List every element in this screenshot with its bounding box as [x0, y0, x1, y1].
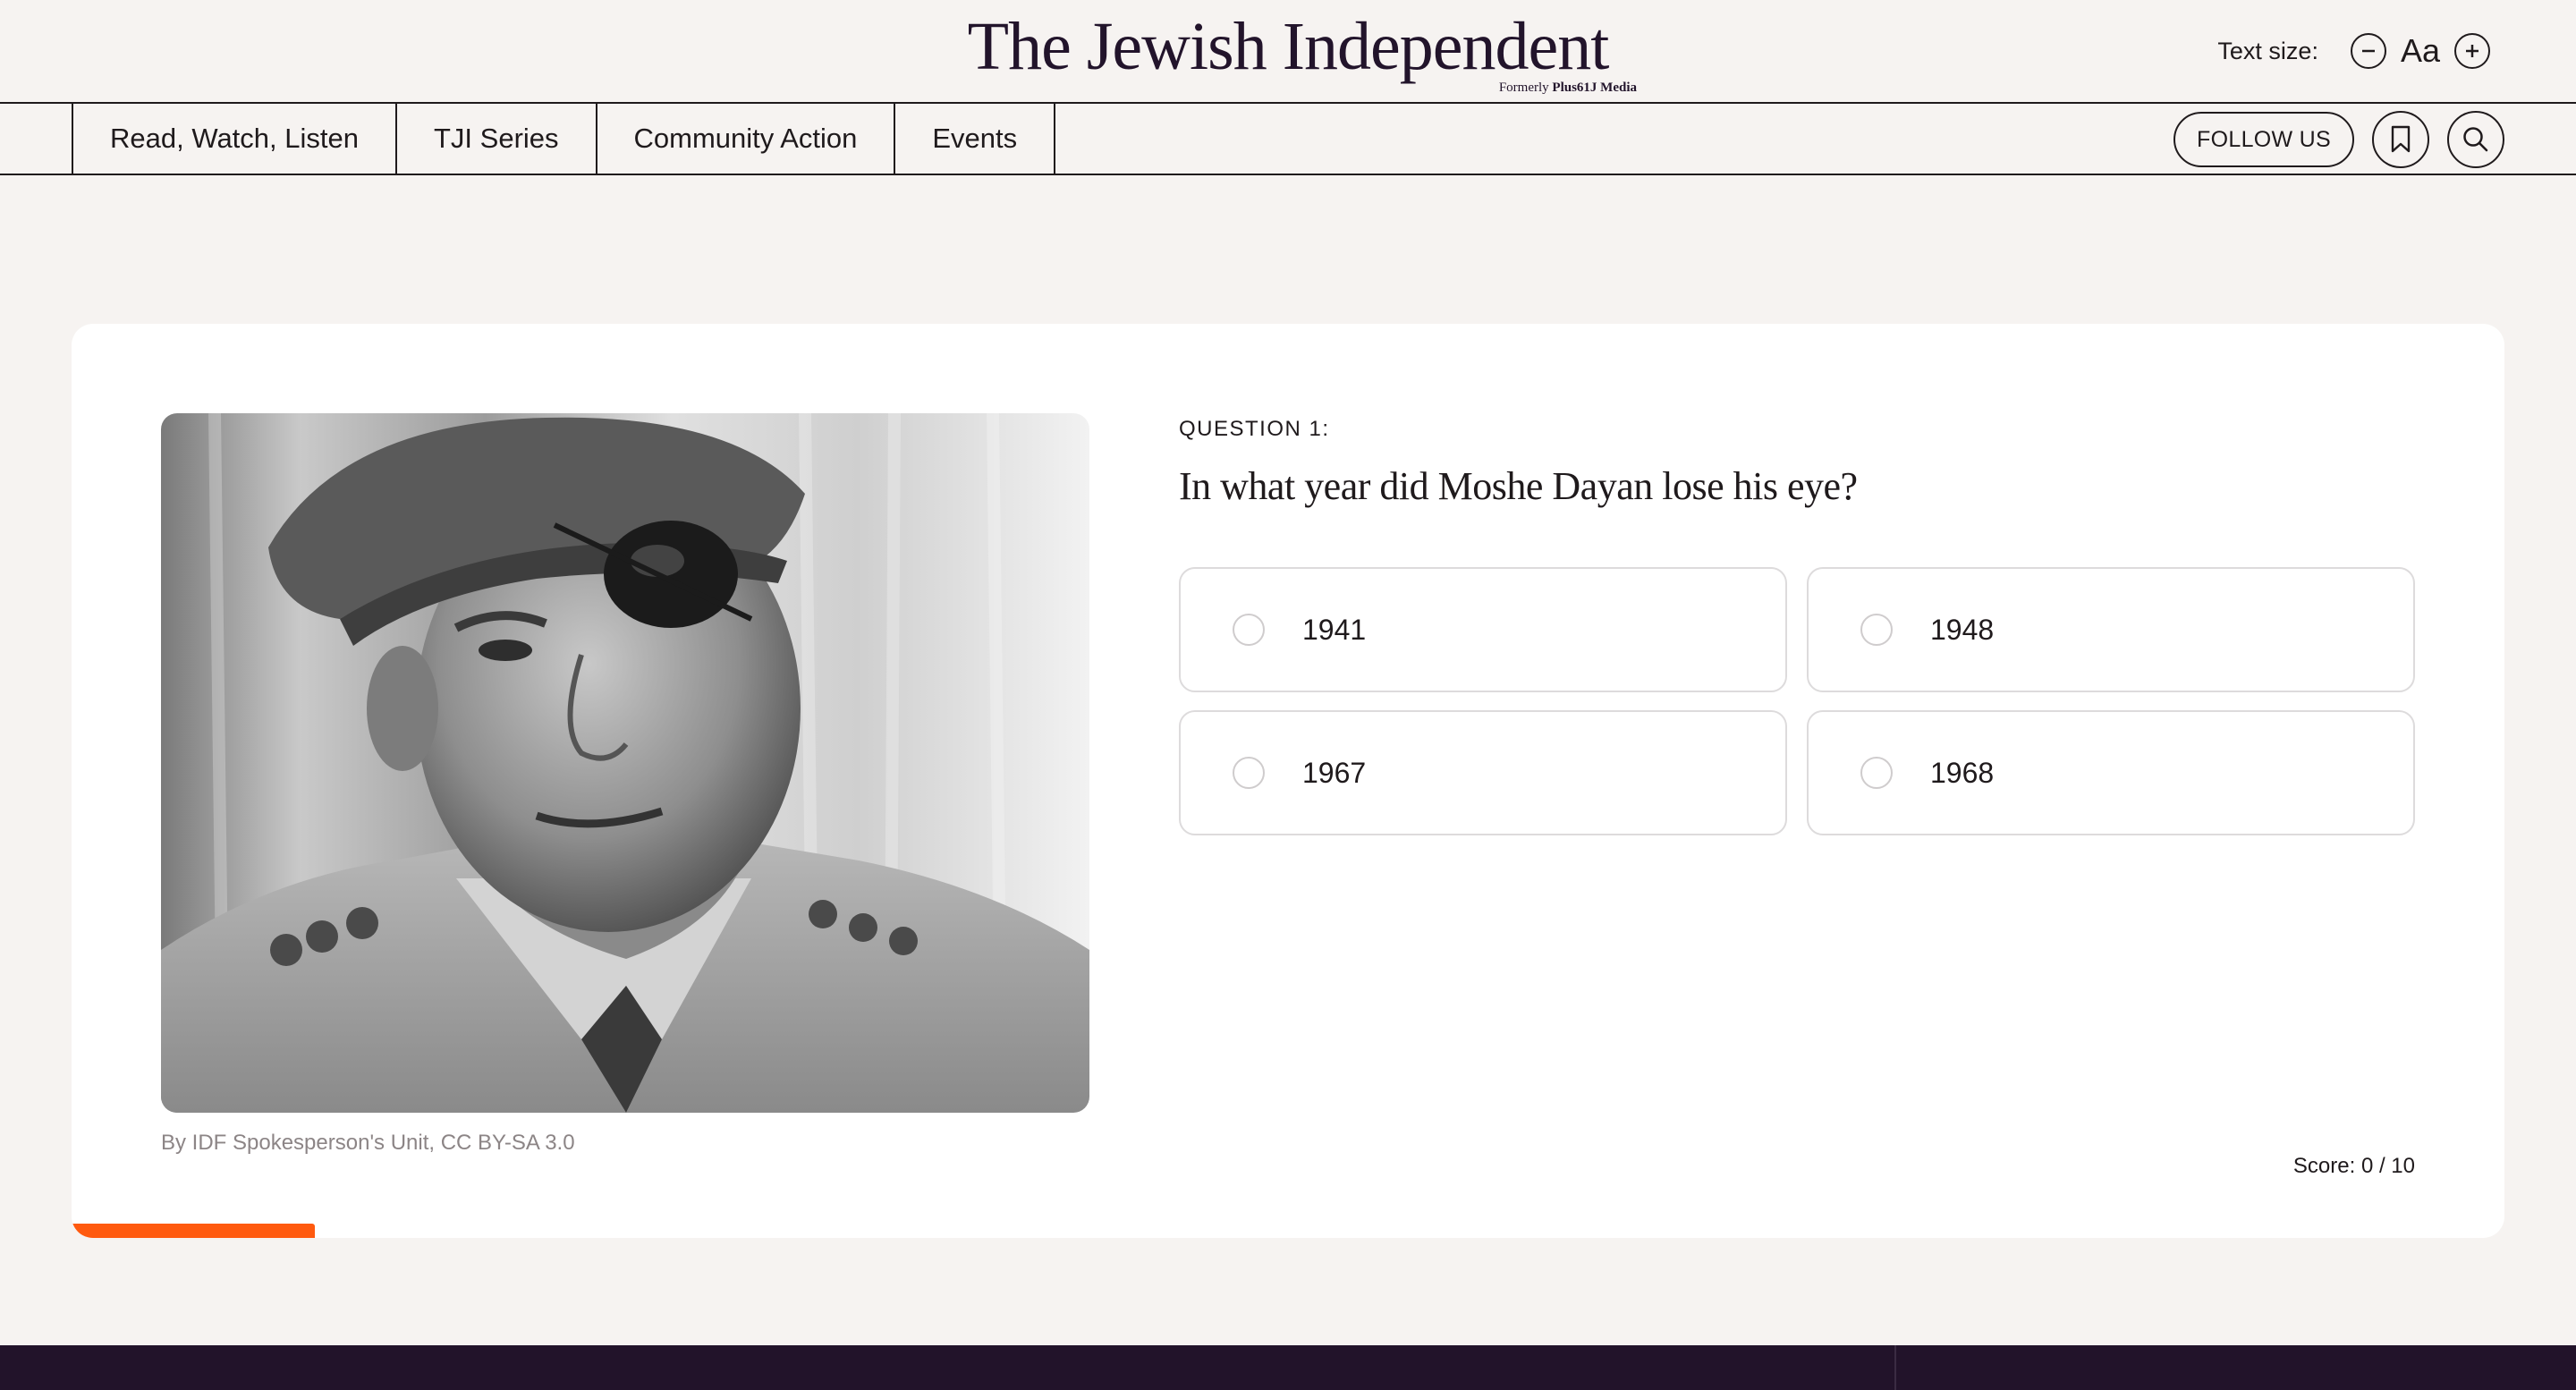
portrait-image — [161, 413, 1089, 1113]
plus-circle-icon[interactable] — [2454, 33, 2490, 69]
score-text: Score: 0 / 10 — [2292, 1154, 2415, 1178]
masthead: The Jewish Independent Formerly Plus61J … — [0, 0, 2576, 102]
question-text: In what year did Moshe Dayan lose his ey… — [1179, 464, 1858, 508]
bookmark-icon[interactable] — [2372, 111, 2429, 168]
formerly-name: Plus61J Media — [1552, 81, 1637, 95]
text-size-sample: Aa — [2400, 32, 2440, 69]
site-logo[interactable]: The Jewish Independent Formerly Plus61J … — [937, 5, 1639, 95]
answer-option[interactable]: 1967 — [1179, 710, 1787, 835]
answer-option[interactable]: 1941 — [1179, 567, 1787, 692]
radio-button[interactable] — [1233, 757, 1265, 789]
site-logo-title: The Jewish Independent — [967, 9, 1610, 84]
nav-item-community-action[interactable]: Community Action — [597, 104, 896, 174]
answer-option[interactable]: 1948 — [1807, 567, 2415, 692]
answer-option[interactable]: 1968 — [1807, 710, 2415, 835]
site-logo-formerly: Formerly Plus61J Media — [1499, 81, 1637, 96]
answer-label: 1948 — [1930, 613, 1995, 646]
radio-button[interactable] — [1860, 614, 1893, 646]
answer-options: 1941 1948 1967 1968 — [1179, 567, 2417, 835]
text-size-label: Text size: — [2217, 37, 2318, 64]
minus-circle-icon[interactable] — [2350, 33, 2386, 69]
nav-actions: FOLLOW US — [2174, 111, 2504, 168]
follow-us-button[interactable]: FOLLOW US — [2174, 112, 2354, 167]
answer-label: 1941 — [1302, 613, 1367, 646]
formerly-prefix: Formerly — [1498, 81, 1549, 95]
footer-divider — [1894, 1345, 1896, 1390]
main-nav: Read, Watch, Listen TJI Series Community… — [0, 102, 2576, 175]
answer-label: 1967 — [1302, 756, 1367, 789]
quiz-card: By IDF Spokesperson's Unit, CC BY-SA 3.0… — [72, 324, 2504, 1238]
image-credit: By IDF Spokesperson's Unit, CC BY-SA 3.0 — [161, 1131, 575, 1155]
quiz-progress-fill — [72, 1224, 315, 1238]
radio-button[interactable] — [1233, 614, 1265, 646]
answer-label: 1968 — [1930, 756, 1995, 789]
question-number: QUESTION 1: — [1179, 417, 1330, 441]
nav-item-events[interactable]: Events — [895, 104, 1056, 174]
search-icon[interactable] — [2447, 111, 2504, 168]
text-size-control: Text size: Aa — [2217, 29, 2490, 73]
radio-button[interactable] — [1860, 757, 1893, 789]
footer — [0, 1345, 2576, 1390]
nav-item-read-watch-listen[interactable]: Read, Watch, Listen — [73, 104, 397, 174]
quiz-progress-bar — [72, 1224, 2504, 1238]
quiz-photo — [161, 413, 1089, 1113]
nav-items: Read, Watch, Listen TJI Series Community… — [72, 104, 1056, 174]
nav-item-tji-series[interactable]: TJI Series — [397, 104, 597, 174]
